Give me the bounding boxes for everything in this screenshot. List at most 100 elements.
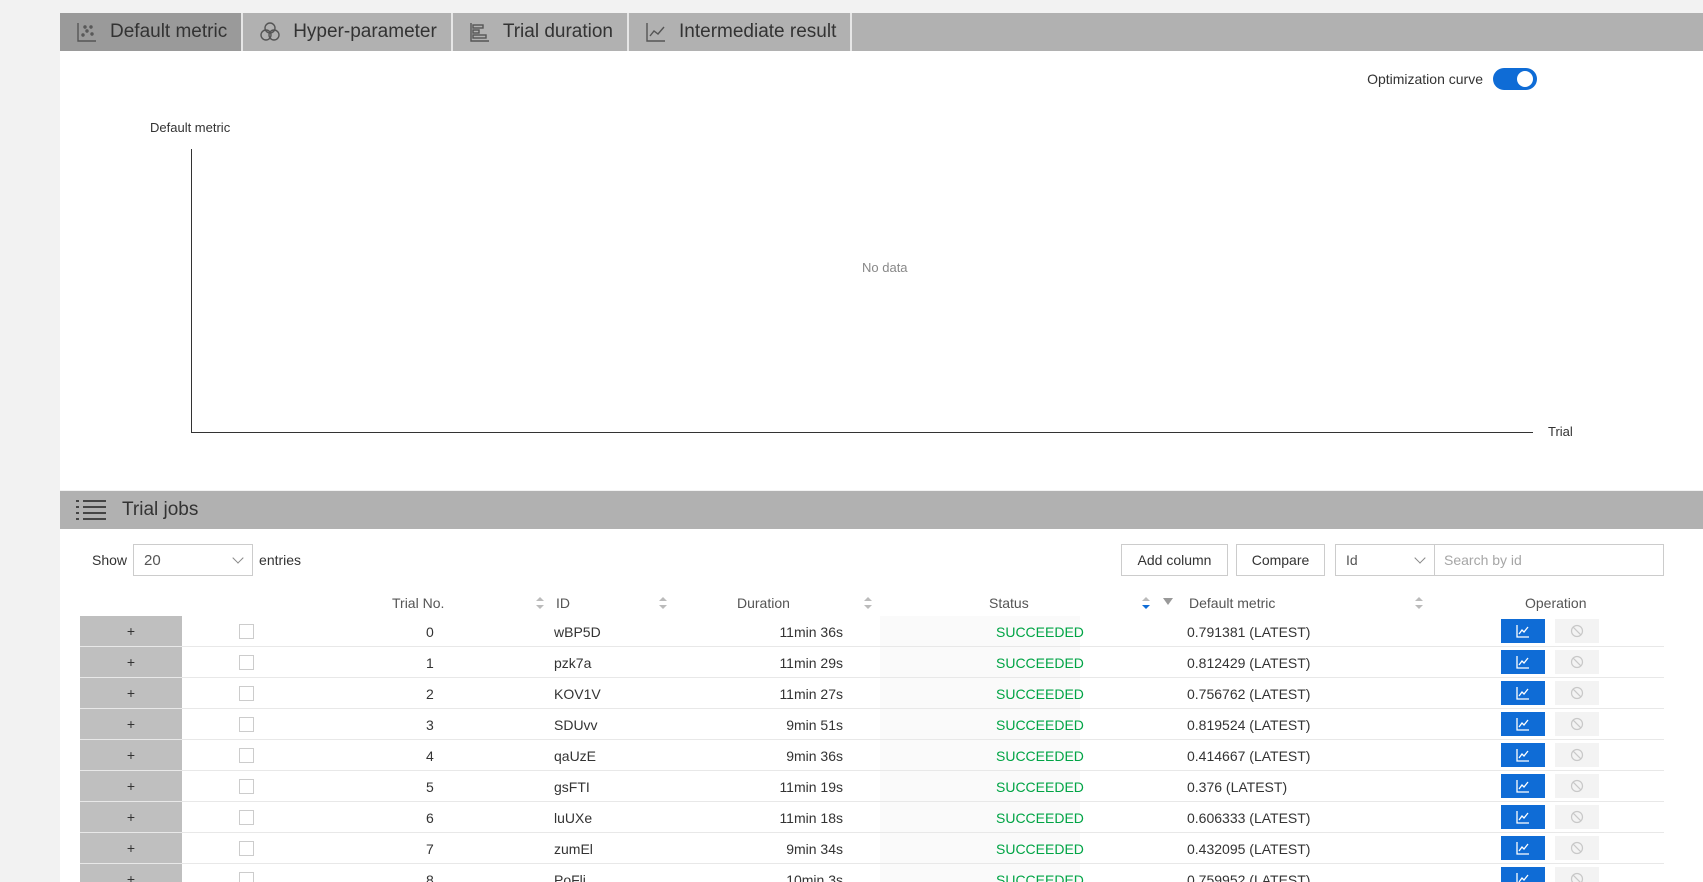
trial-no-cell: 2 (426, 686, 434, 702)
id-cell: luUXe (554, 810, 593, 826)
optimization-curve-toggle[interactable] (1493, 68, 1537, 90)
chart-empty-text: No data (862, 260, 908, 275)
expand-row-button[interactable]: + (80, 678, 182, 708)
col-default-metric[interactable]: Default metric (1189, 595, 1275, 611)
tab-label: Intermediate result (679, 21, 837, 42)
row-checkbox[interactable] (239, 686, 254, 701)
optimization-curve-toggle-group: Optimization curve (1367, 68, 1537, 90)
row-checkbox[interactable] (239, 810, 254, 825)
row-checkbox[interactable] (239, 872, 254, 882)
col-status[interactable]: Status (989, 595, 1029, 611)
default-metric-cell: 0.759952 (LATEST) (1187, 872, 1311, 882)
tab-hyper-parameter[interactable]: Hyper-parameter (243, 13, 453, 51)
expand-row-button[interactable]: + (80, 771, 182, 801)
list-icon (74, 497, 108, 523)
intermediate-chart-button[interactable] (1501, 681, 1545, 705)
cancel-icon (1570, 748, 1584, 762)
kill-trial-button[interactable] (1555, 650, 1599, 674)
intermediate-chart-button[interactable] (1501, 650, 1545, 674)
table-row: + 8 PoFli 10min 3s SUCCEEDED 0.759952 (L… (80, 864, 1664, 882)
status-cell: SUCCEEDED (996, 748, 1084, 764)
kill-trial-button[interactable] (1555, 867, 1599, 882)
line-chart-icon (643, 19, 669, 45)
intermediate-chart-button[interactable] (1501, 743, 1545, 767)
compare-button[interactable]: Compare (1236, 544, 1325, 576)
col-id[interactable]: ID (556, 595, 570, 611)
cancel-icon (1570, 872, 1584, 882)
intermediate-chart-button[interactable] (1501, 619, 1545, 643)
tab-trial-duration[interactable]: Trial duration (453, 13, 629, 51)
kill-trial-button[interactable] (1555, 712, 1599, 736)
cancel-icon (1570, 841, 1584, 855)
kill-trial-button[interactable] (1555, 836, 1599, 860)
line-chart-icon (1516, 811, 1529, 824)
search-input[interactable] (1434, 544, 1664, 576)
row-checkbox[interactable] (239, 655, 254, 670)
table-row: + 4 qaUzE 9min 36s SUCCEEDED 0.414667 (L… (80, 740, 1664, 771)
row-checkbox[interactable] (239, 624, 254, 639)
status-cell: SUCCEEDED (996, 810, 1084, 826)
sort-icon[interactable] (536, 597, 544, 609)
tab-intermediate-result[interactable]: Intermediate result (629, 13, 853, 51)
kill-trial-button[interactable] (1555, 681, 1599, 705)
show-label: Show (92, 552, 128, 568)
kill-trial-button[interactable] (1555, 774, 1599, 798)
table-row: + 7 zumEl 9min 34s SUCCEEDED 0.432095 (L… (80, 833, 1664, 864)
sort-icon[interactable] (1415, 597, 1423, 609)
expand-row-button[interactable]: + (80, 802, 182, 832)
trial-no-cell: 7 (426, 841, 434, 857)
row-checkbox[interactable] (239, 779, 254, 794)
filter-icon[interactable] (1163, 598, 1173, 605)
intermediate-chart-button[interactable] (1501, 805, 1545, 829)
intermediate-chart-button[interactable] (1501, 712, 1545, 736)
search-field-select[interactable]: Id (1335, 544, 1435, 576)
sort-icon[interactable] (864, 597, 872, 609)
kill-trial-button[interactable] (1555, 805, 1599, 829)
hyperparam-icon (257, 19, 283, 45)
trial-jobs-table-area: Show 20 entries Add column Compare Id Tr… (60, 529, 1703, 882)
table-row: + 1 pzk7a 11min 29s SUCCEEDED 0.812429 (… (80, 647, 1664, 678)
expand-row-button[interactable]: + (80, 864, 182, 882)
table-row: + 3 SDUvv 9min 51s SUCCEEDED 0.819524 (L… (80, 709, 1664, 740)
entries-control: Show 20 entries (92, 544, 301, 576)
tab-default-metric[interactable]: Default metric (60, 13, 244, 51)
kill-trial-button[interactable] (1555, 743, 1599, 767)
optimization-curve-label: Optimization curve (1367, 71, 1483, 87)
row-checkbox[interactable] (239, 748, 254, 763)
id-cell: zumEl (554, 841, 593, 857)
id-cell: PoFli (554, 872, 586, 882)
trial-no-cell: 8 (426, 872, 434, 882)
status-cell: SUCCEEDED (996, 686, 1084, 702)
col-trial-no[interactable]: Trial No. (392, 595, 444, 611)
expand-row-button[interactable]: + (80, 709, 182, 739)
default-metric-cell: 0.819524 (LATEST) (1187, 717, 1311, 733)
duration-cell: 11min 19s (779, 779, 843, 795)
tab-label: Default metric (110, 21, 228, 42)
expand-row-button[interactable]: + (80, 647, 182, 677)
table-body: + 0 wBP5D 11min 36s SUCCEEDED 0.791381 (… (80, 616, 1664, 882)
expand-row-button[interactable]: + (80, 740, 182, 770)
row-checkbox[interactable] (239, 841, 254, 856)
add-column-button[interactable]: Add column (1121, 544, 1228, 576)
line-chart-icon (1516, 873, 1529, 882)
entries-select[interactable]: 20 (133, 544, 254, 576)
intermediate-chart-button[interactable] (1501, 836, 1545, 860)
row-checkbox[interactable] (239, 717, 254, 732)
sort-desc-icon[interactable] (1142, 597, 1150, 609)
line-chart-icon (1516, 780, 1529, 793)
status-cell: SUCCEEDED (996, 717, 1084, 733)
expand-row-button[interactable]: + (80, 833, 182, 863)
cancel-icon (1570, 810, 1584, 824)
id-cell: qaUzE (554, 748, 597, 764)
table-row: + 0 wBP5D 11min 36s SUCCEEDED 0.791381 (… (80, 616, 1664, 647)
status-cell: SUCCEEDED (996, 841, 1084, 857)
intermediate-chart-button[interactable] (1501, 774, 1545, 798)
col-duration[interactable]: Duration (737, 595, 790, 611)
intermediate-chart-button[interactable] (1501, 867, 1545, 882)
sort-icon[interactable] (659, 597, 667, 609)
expand-row-button[interactable]: + (80, 616, 182, 646)
trial-no-cell: 5 (426, 779, 434, 795)
kill-trial-button[interactable] (1555, 619, 1599, 643)
table-row: + 5 gsFTI 11min 19s SUCCEEDED 0.376 (LAT… (80, 771, 1664, 802)
default-metric-cell: 0.432095 (LATEST) (1187, 841, 1311, 857)
